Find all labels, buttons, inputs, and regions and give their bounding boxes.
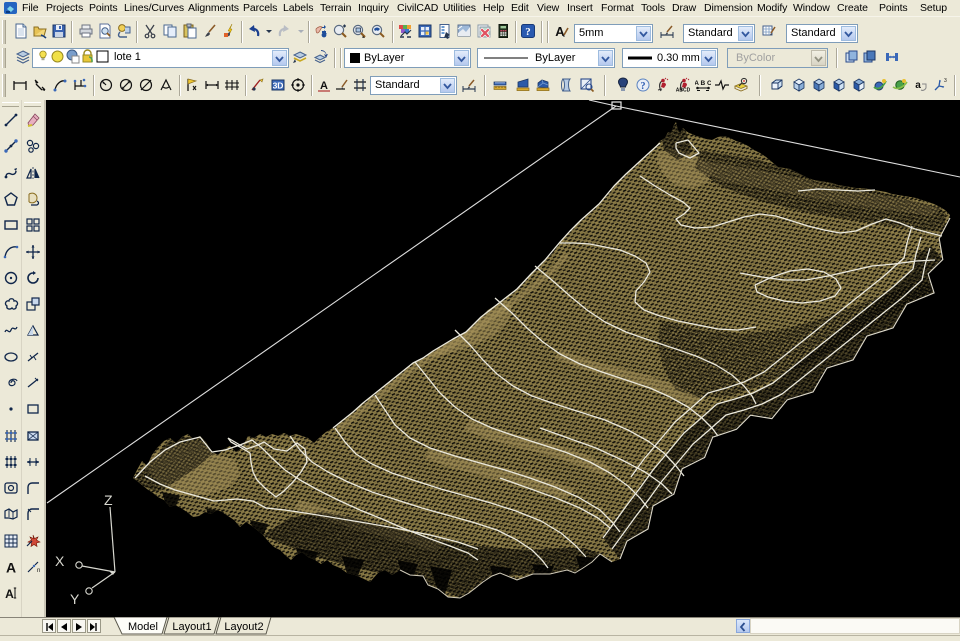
svg-text:Model: Model [128,621,158,633]
svg-text:Z: Z [104,492,113,508]
svg-text:3D: 3D [273,81,284,91]
svg-text:X: X [55,553,65,569]
svg-text:3: 3 [944,78,947,84]
svg-text:A B C: A B C [695,80,711,87]
svg-text:Y: Y [70,591,80,607]
svg-text:ABCD: ABCD [676,88,691,94]
svg-text:Layout2: Layout2 [224,621,263,633]
svg-text:Layout1: Layout1 [172,621,211,633]
svg-text:n: n [37,568,40,574]
svg-text:A: A [5,587,14,601]
svg-text:a: a [915,80,921,91]
svg-text:?: ? [525,26,531,38]
svg-text:A: A [6,560,16,576]
svg-text:?: ? [641,81,646,92]
svg-text:A: A [320,80,328,92]
